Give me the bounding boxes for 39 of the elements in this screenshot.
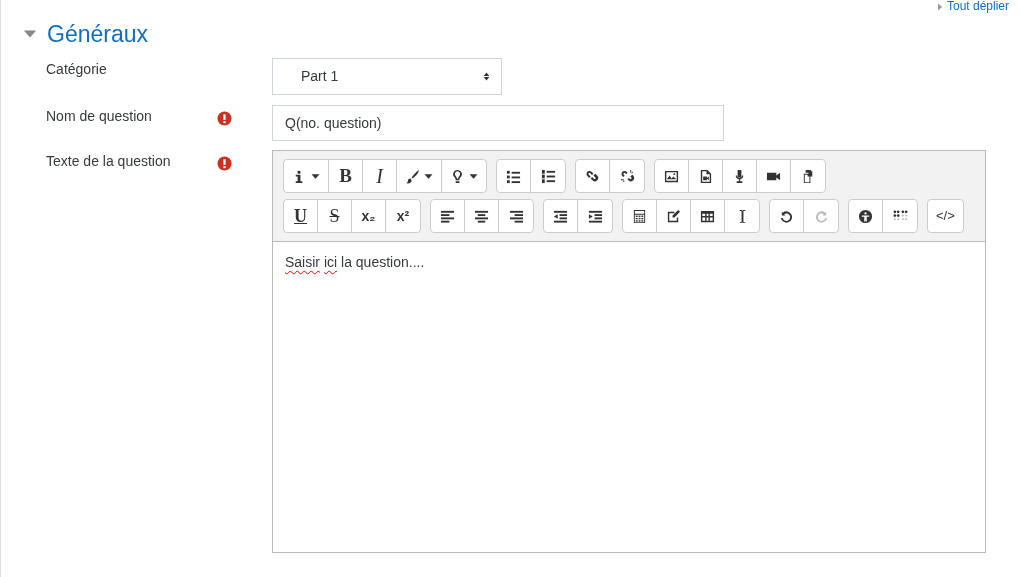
calculator-icon: [632, 208, 647, 224]
align-right-icon: [508, 208, 524, 224]
subscript-button[interactable]: x₂: [352, 200, 386, 232]
italic-button[interactable]: I: [363, 160, 397, 192]
numbered-list-icon: [540, 168, 556, 184]
question-text: Saisir ici la question....: [285, 253, 426, 272]
caret-icon: [935, 2, 944, 11]
align-left-icon: [440, 208, 455, 224]
html-source-button[interactable]: </>: [928, 200, 963, 232]
align-center-icon: [474, 208, 489, 224]
unlink-icon: [619, 168, 635, 184]
strikethrough-button[interactable]: S: [318, 200, 352, 232]
caret-icon: [469, 171, 478, 181]
table-icon: [700, 208, 715, 224]
edit-icon: [666, 208, 681, 224]
expand-all-link[interactable]: Tout déplier: [935, 0, 1009, 13]
link-icon: [585, 168, 600, 184]
field-label: Texte de la question: [45, 152, 172, 171]
media-file-icon: [698, 168, 713, 184]
field-label: Catégorie: [45, 60, 108, 79]
indent-icon: [587, 208, 603, 224]
paintbrush-icon: [405, 168, 420, 184]
lightbulb-icon: [450, 168, 465, 184]
updown-caret-icon: [482, 71, 491, 82]
bold-button[interactable]: B: [329, 160, 363, 192]
field-label: Nom de question: [45, 107, 153, 126]
category-select[interactable]: Part 1: [272, 58, 502, 95]
caret-icon: [311, 171, 320, 181]
redo-icon: [813, 208, 829, 224]
image-icon: [664, 168, 679, 184]
underline-button[interactable]: U: [284, 200, 318, 232]
question-name-field[interactable]: Q(no. question): [272, 105, 724, 141]
bullet-list-icon: [506, 168, 521, 184]
caret-icon: [424, 171, 433, 181]
undo-icon: [779, 208, 794, 224]
superscript-button[interactable]: x²: [386, 200, 420, 232]
accessibility-icon: [858, 208, 873, 224]
outdent-icon: [553, 208, 568, 224]
section-title: Généraux: [47, 20, 148, 48]
